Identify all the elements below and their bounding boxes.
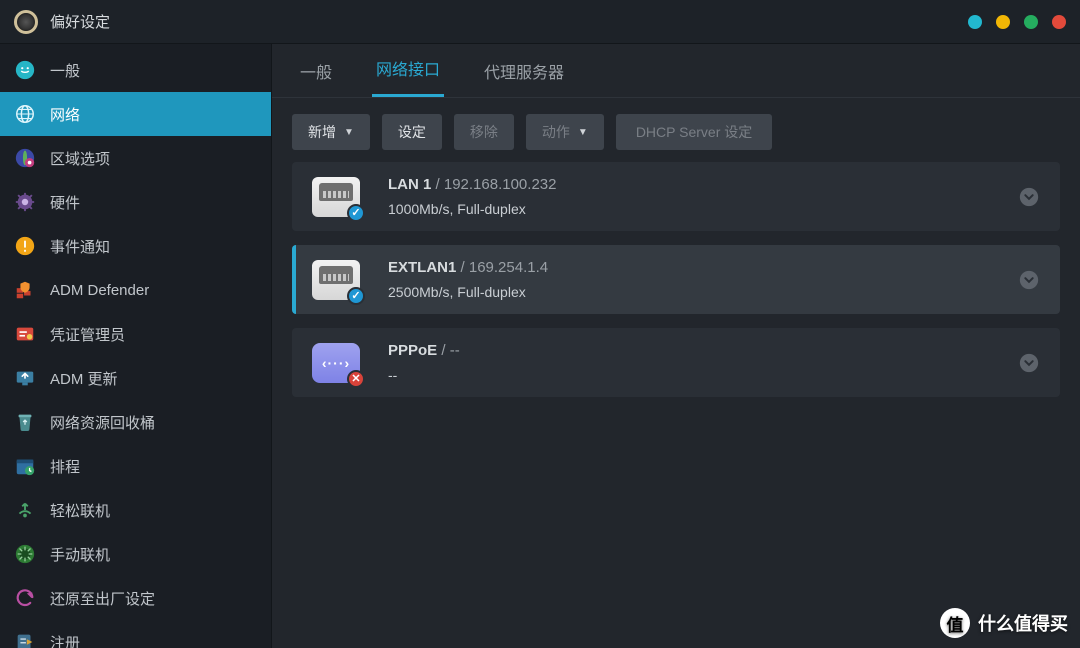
sidebar-item-label: 一般	[50, 60, 80, 81]
sidebar-item-label: 网络资源回收桶	[50, 412, 155, 433]
interface-list: ✓LAN 1 / 192.168.100.2321000Mb/s, Full-d…	[272, 162, 1080, 431]
interface-ip: 192.168.100.232	[444, 176, 557, 193]
sidebar-item-register[interactable]: 注册	[0, 620, 271, 648]
sidebar-item-label: 区域选项	[50, 148, 110, 169]
manual-icon	[12, 541, 38, 567]
interface-ip: 169.254.1.4	[469, 259, 548, 276]
general-icon	[12, 57, 38, 83]
expand-icon[interactable]	[1018, 186, 1040, 208]
sidebar-item-label: 网络	[50, 104, 80, 125]
sidebar-item-label: 注册	[50, 632, 80, 648]
titlebar: 偏好设定	[0, 0, 1080, 44]
sidebar-item-schedule[interactable]: 排程	[0, 444, 271, 488]
ezconnect-icon	[12, 497, 38, 523]
window-dot-cyan[interactable]	[968, 15, 982, 29]
sidebar-item-general[interactable]: 一般	[0, 48, 271, 92]
window-dot-red[interactable]	[1052, 15, 1066, 29]
sidebar: 一般网络区域选项硬件事件通知 ADM Defender 凭证管理员 ADM 更新网络资…	[0, 44, 272, 648]
hardware-icon	[12, 189, 38, 215]
status-ok-icon: ✓	[347, 287, 365, 305]
interface-ip: --	[450, 342, 460, 359]
interface-detail: 1000Mb/s, Full-duplex	[388, 201, 996, 217]
restore-icon	[12, 585, 38, 611]
toolbar: 新增 ▼ 设定 移除 动作 ▼ DHCP Server 设定	[272, 98, 1080, 162]
interface-name: EXTLAN1	[388, 259, 456, 276]
sidebar-item-hardware[interactable]: 硬件	[0, 180, 271, 224]
sidebar-item-cert[interactable]: 凭证管理员	[0, 312, 271, 356]
main-panel: 一般 网络接口 代理服务器 新增 ▼ 设定 移除 动作 ▼ DHCP Server …	[272, 44, 1080, 648]
chevron-down-icon: ▼	[344, 127, 354, 138]
recycle-icon	[12, 409, 38, 435]
configure-button[interactable]: 设定	[382, 114, 442, 150]
app-icon	[14, 10, 38, 34]
actions-button-label: 动作	[542, 122, 570, 142]
add-button[interactable]: 新增 ▼	[292, 114, 370, 150]
events-icon	[12, 233, 38, 259]
sidebar-item-label: ADM 更新	[50, 368, 118, 389]
network-icon	[12, 101, 38, 127]
chevron-down-icon: ▼	[578, 127, 588, 138]
interface-detail: 2500Mb/s, Full-duplex	[388, 284, 996, 300]
update-icon	[12, 365, 38, 391]
sidebar-item-label: 事件通知	[50, 236, 110, 257]
tab-proxy[interactable]: 代理服务器	[480, 59, 568, 97]
sidebar-item-label: 还原至出厂设定	[50, 588, 155, 609]
tab-label: 网络接口	[376, 62, 440, 79]
sidebar-item-events[interactable]: 事件通知	[0, 224, 271, 268]
sidebar-item-label: 排程	[50, 456, 80, 477]
actions-button[interactable]: 动作 ▼	[526, 114, 604, 150]
add-button-label: 新增	[308, 122, 336, 142]
sidebar-item-manual[interactable]: 手动联机	[0, 532, 271, 576]
sidebar-item-recycle[interactable]: 网络资源回收桶	[0, 400, 271, 444]
sidebar-item-ezconnect[interactable]: 轻松联机	[0, 488, 271, 532]
tab-general[interactable]: 一般	[296, 59, 336, 97]
sidebar-item-label: 手动联机	[50, 544, 110, 565]
sidebar-item-label: 凭证管理员	[50, 324, 125, 345]
tabs: 一般 网络接口 代理服务器	[272, 44, 1080, 98]
interface-detail: --	[388, 367, 996, 383]
sidebar-item-update[interactable]: ADM 更新	[0, 356, 271, 400]
remove-button[interactable]: 移除	[454, 114, 514, 150]
expand-icon[interactable]	[1018, 269, 1040, 291]
cert-icon	[12, 321, 38, 347]
sidebar-item-label: ADM Defender	[50, 282, 149, 299]
sidebar-item-regional[interactable]: 区域选项	[0, 136, 271, 180]
window-dot-yellow[interactable]	[996, 15, 1010, 29]
tab-label: 代理服务器	[484, 65, 564, 82]
ethernet-port-icon: ✓	[312, 260, 360, 300]
schedule-icon	[12, 453, 38, 479]
tab-label: 一般	[300, 65, 332, 82]
sidebar-item-label: 轻松联机	[50, 500, 110, 521]
interface-name: PPPoE	[388, 342, 437, 359]
status-ok-icon: ✓	[347, 204, 365, 222]
status-error-icon: ✕	[347, 370, 365, 388]
sidebar-item-defender[interactable]: ADM Defender	[0, 268, 271, 312]
regional-icon	[12, 145, 38, 171]
window-title: 偏好设定	[50, 11, 110, 32]
remove-button-label: 移除	[470, 122, 498, 142]
register-icon	[12, 629, 38, 648]
defender-icon	[12, 277, 38, 303]
window-dot-green[interactable]	[1024, 15, 1038, 29]
sidebar-item-label: 硬件	[50, 192, 80, 213]
sidebar-item-restore[interactable]: 还原至出厂设定	[0, 576, 271, 620]
interface-row-lan1[interactable]: ✓LAN 1 / 192.168.100.2321000Mb/s, Full-d…	[292, 162, 1060, 231]
interface-row-extlan1[interactable]: ✓EXTLAN1 / 169.254.1.42500Mb/s, Full-dup…	[292, 245, 1060, 314]
pppoe-icon: ‹···›✕	[312, 343, 360, 383]
sidebar-item-network[interactable]: 网络	[0, 92, 271, 136]
configure-button-label: 设定	[398, 122, 426, 142]
dhcp-settings-button-label: DHCP Server 设定	[636, 122, 752, 142]
tab-interfaces[interactable]: 网络接口	[372, 56, 444, 97]
interface-name: LAN 1	[388, 176, 431, 193]
ethernet-port-icon: ✓	[312, 177, 360, 217]
dhcp-settings-button[interactable]: DHCP Server 设定	[616, 114, 772, 150]
expand-icon[interactable]	[1018, 352, 1040, 374]
interface-row-pppoe[interactable]: ‹···›✕PPPoE / ----	[292, 328, 1060, 397]
